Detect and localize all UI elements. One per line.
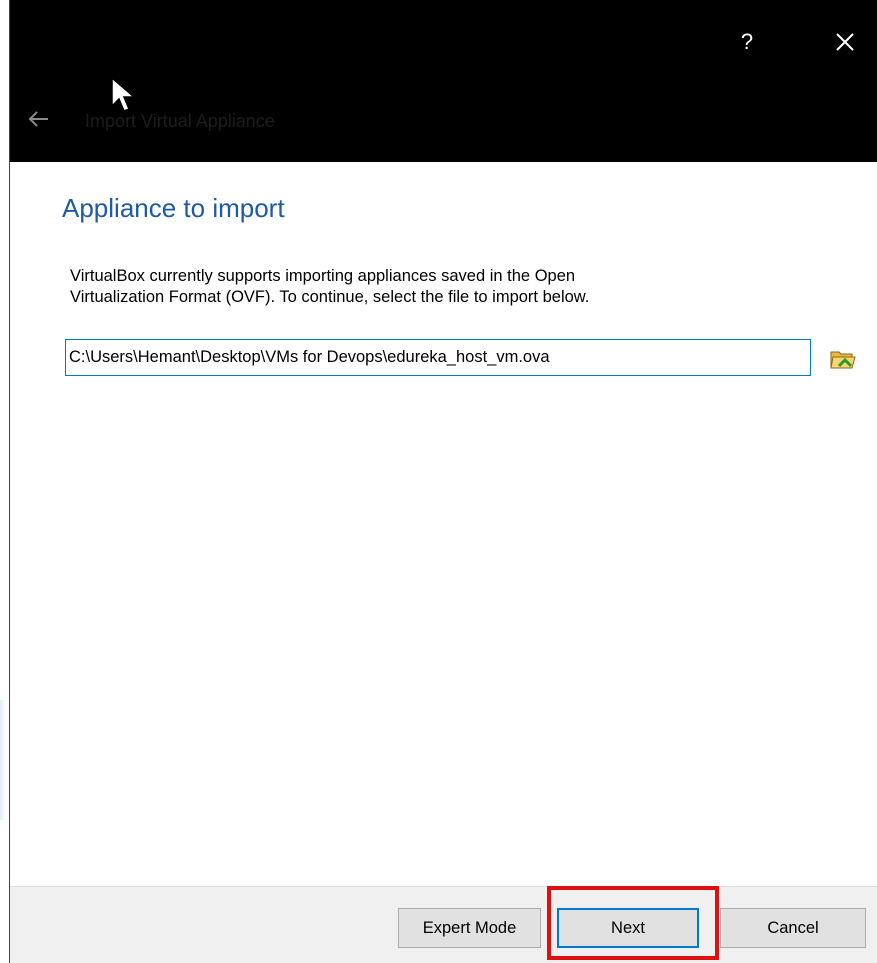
mouse-pointer-icon xyxy=(111,76,136,112)
background-strip xyxy=(0,0,9,963)
close-icon xyxy=(836,33,854,51)
back-arrow-icon xyxy=(28,111,48,127)
close-button[interactable] xyxy=(825,22,865,62)
cancel-button[interactable]: Cancel xyxy=(720,908,866,948)
import-appliance-dialog: ? Import Virtual Appliance Appliance to … xyxy=(9,0,877,963)
screen: ? Import Virtual Appliance Appliance to … xyxy=(0,0,877,963)
back-button[interactable] xyxy=(24,104,54,134)
description-line-2: Virtualization Format (OVF). To continue… xyxy=(70,288,590,306)
browse-file-button[interactable] xyxy=(828,344,858,374)
background-glow xyxy=(0,700,6,820)
page-heading: Appliance to import xyxy=(62,193,285,223)
next-button[interactable]: Next xyxy=(557,908,699,948)
description-text: VirtualBox currently supports importing … xyxy=(70,266,810,308)
folder-open-icon xyxy=(830,351,856,369)
file-path-input[interactable] xyxy=(65,339,811,376)
expert-mode-button[interactable]: Expert Mode xyxy=(398,908,541,948)
title-bar: ? Import Virtual Appliance xyxy=(10,0,877,162)
help-button[interactable]: ? xyxy=(727,22,767,62)
description-line-1: VirtualBox currently supports importing … xyxy=(70,267,576,285)
